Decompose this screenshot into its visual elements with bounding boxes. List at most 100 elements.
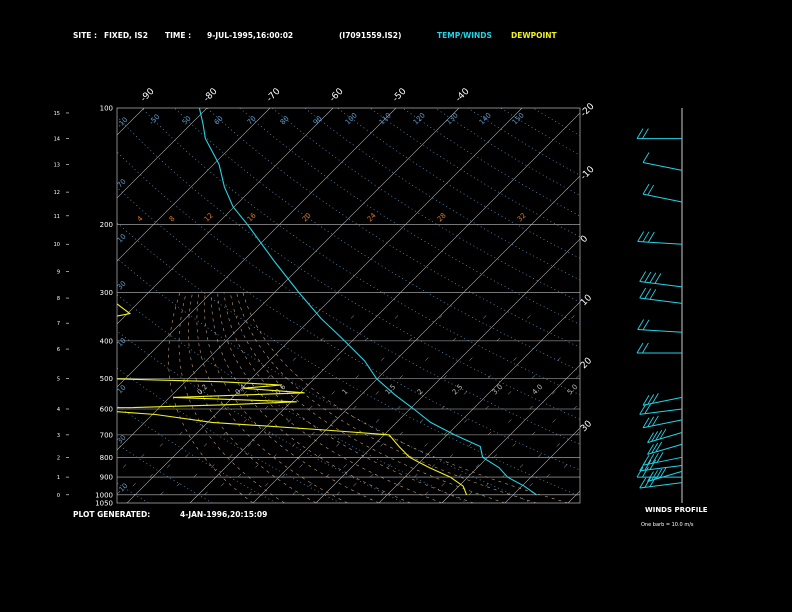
mixing-ratio-dash <box>556 443 560 447</box>
mixing-ratio-dash <box>464 419 468 423</box>
wind-barb-flag <box>642 152 650 163</box>
height-tick-label: 0 <box>57 493 60 499</box>
wind-barb <box>642 419 683 429</box>
mixing-ratio-dash <box>176 483 181 487</box>
height-tick-label: 3 <box>57 433 60 439</box>
mixing-ratio-dash <box>397 483 401 487</box>
mixing-ratio-dash <box>507 391 512 395</box>
wind-layer <box>636 108 683 503</box>
mixing-ratio-dash <box>529 483 533 487</box>
mixing-ratio-dash <box>690 358 693 361</box>
mixing-ratio-dash <box>662 406 665 409</box>
moist-adiabat <box>204 292 380 503</box>
isotherm-line <box>441 364 580 503</box>
dry-adiabat-label: 150 <box>511 111 526 126</box>
moist-label: 4.0 <box>531 383 545 397</box>
mixing-ratio-dash <box>431 464 435 468</box>
mixing-ratio-dash <box>336 443 340 447</box>
mixing-ratio-dash <box>160 491 164 495</box>
wind-barb-flag <box>649 272 657 283</box>
mixing-ratio-dash <box>641 419 644 422</box>
wind-barb <box>642 193 683 203</box>
mixing-ratio-dash <box>483 315 487 319</box>
isotherm-right-label: -20 <box>579 101 597 119</box>
mixing-ratio-dash <box>563 464 568 468</box>
axis-layer: 1002003004005006007008009001000105001234… <box>54 86 597 507</box>
height-tick-label: 7 <box>57 321 60 327</box>
pressure-tick-label: 1000 <box>95 491 113 499</box>
isotherm-right-label: 20 <box>579 356 594 371</box>
dry-adiabat-left-label: 10 <box>116 383 128 395</box>
dry-adiabat <box>117 222 580 497</box>
mixing-ratio-dash <box>237 473 242 478</box>
height-tick-label: 13 <box>54 163 60 169</box>
mixing-ratio-dash <box>281 473 286 478</box>
mixing-ratio-dash <box>247 443 252 447</box>
dry-adiabat <box>337 108 580 259</box>
pressure-tick-label: 700 <box>100 431 113 439</box>
mixing-ratio-label: 28 <box>436 211 448 223</box>
wind-barb-flag <box>654 273 662 284</box>
moist-adiabat <box>217 292 443 503</box>
mixing-ratio-dash <box>576 431 580 436</box>
mixing-ratio-dash <box>540 337 545 342</box>
isotherm-line <box>504 427 580 503</box>
height-tick-label: 9 <box>57 270 60 276</box>
mixing-ratio-dash <box>370 473 374 478</box>
pressure-tick-label: 600 <box>100 405 113 413</box>
mixing-ratio-dash <box>762 338 765 341</box>
dry-adiabat <box>435 108 580 196</box>
moist-label: 1 <box>341 388 350 397</box>
mixing-ratio-dash <box>89 483 92 486</box>
wind-barb <box>637 329 683 333</box>
mixing-ratio-dash <box>452 337 457 342</box>
wind-barb-flag <box>636 466 644 478</box>
isotherm-line <box>126 108 523 503</box>
mixing-ratio-dash <box>204 491 208 495</box>
dry-adiabat <box>532 108 580 137</box>
wind-barb-flag <box>636 128 644 139</box>
isotherm-right-label: 30 <box>579 419 594 434</box>
isotherm-top-label: -80 <box>202 86 220 104</box>
mixing-ratio-dash <box>660 315 663 318</box>
mixing-ratio-dash <box>582 454 585 457</box>
mixing-ratio-dash <box>664 375 667 378</box>
moist-adiabat <box>236 292 537 503</box>
wind-barb-flag <box>637 319 645 330</box>
mixing-ratio-label: 24 <box>366 211 378 223</box>
mixing-ratio-dash <box>529 405 533 410</box>
mixing-ratio-dash <box>513 357 517 361</box>
mixing-ratio-dash <box>220 405 225 410</box>
dry-adiabat <box>271 108 580 303</box>
mixing-ratio-dash <box>425 357 429 361</box>
wind-barb-flag <box>644 288 652 299</box>
mixing-ratio-dash <box>620 432 623 435</box>
moist-adiabat <box>211 292 411 503</box>
isotherm-top-label: -40 <box>454 86 472 104</box>
pressure-tick-label: 1050 <box>95 500 113 508</box>
mixing-ratio-dash <box>718 338 721 341</box>
wind-barb-flag <box>647 184 655 196</box>
dry-adiabat <box>369 108 580 238</box>
wind-barb <box>639 280 683 288</box>
mixing-ratio-dash <box>512 443 516 447</box>
skewt-chart: 1002003004005006007008009001000105001234… <box>0 86 765 508</box>
dry-adiabat-label: 120 <box>412 111 427 126</box>
isotherm-line <box>117 108 208 199</box>
mixing-ratio-dash <box>424 443 428 447</box>
mixing-ratio-dash <box>311 375 315 379</box>
mixing-ratio-dash <box>394 315 399 319</box>
mixing-ratio-dash <box>287 419 292 423</box>
dry-adiabat-label: 100 <box>344 111 359 126</box>
isotherm-right-label: 0 <box>579 234 590 245</box>
pressure-tick-label: 100 <box>100 105 113 113</box>
dry-adiabat <box>0 108 21 503</box>
mixing-ratio-dash <box>546 473 550 478</box>
mixing-ratio-dash <box>596 391 599 394</box>
mixing-ratio-dash <box>487 375 492 379</box>
mixing-ratio-dash <box>493 454 498 458</box>
dry-adiabat-left-label: 10 <box>116 336 128 348</box>
isotherm-line <box>315 238 580 503</box>
mixing-ratio-dash <box>220 483 225 487</box>
wind-barb-flag <box>642 342 649 354</box>
